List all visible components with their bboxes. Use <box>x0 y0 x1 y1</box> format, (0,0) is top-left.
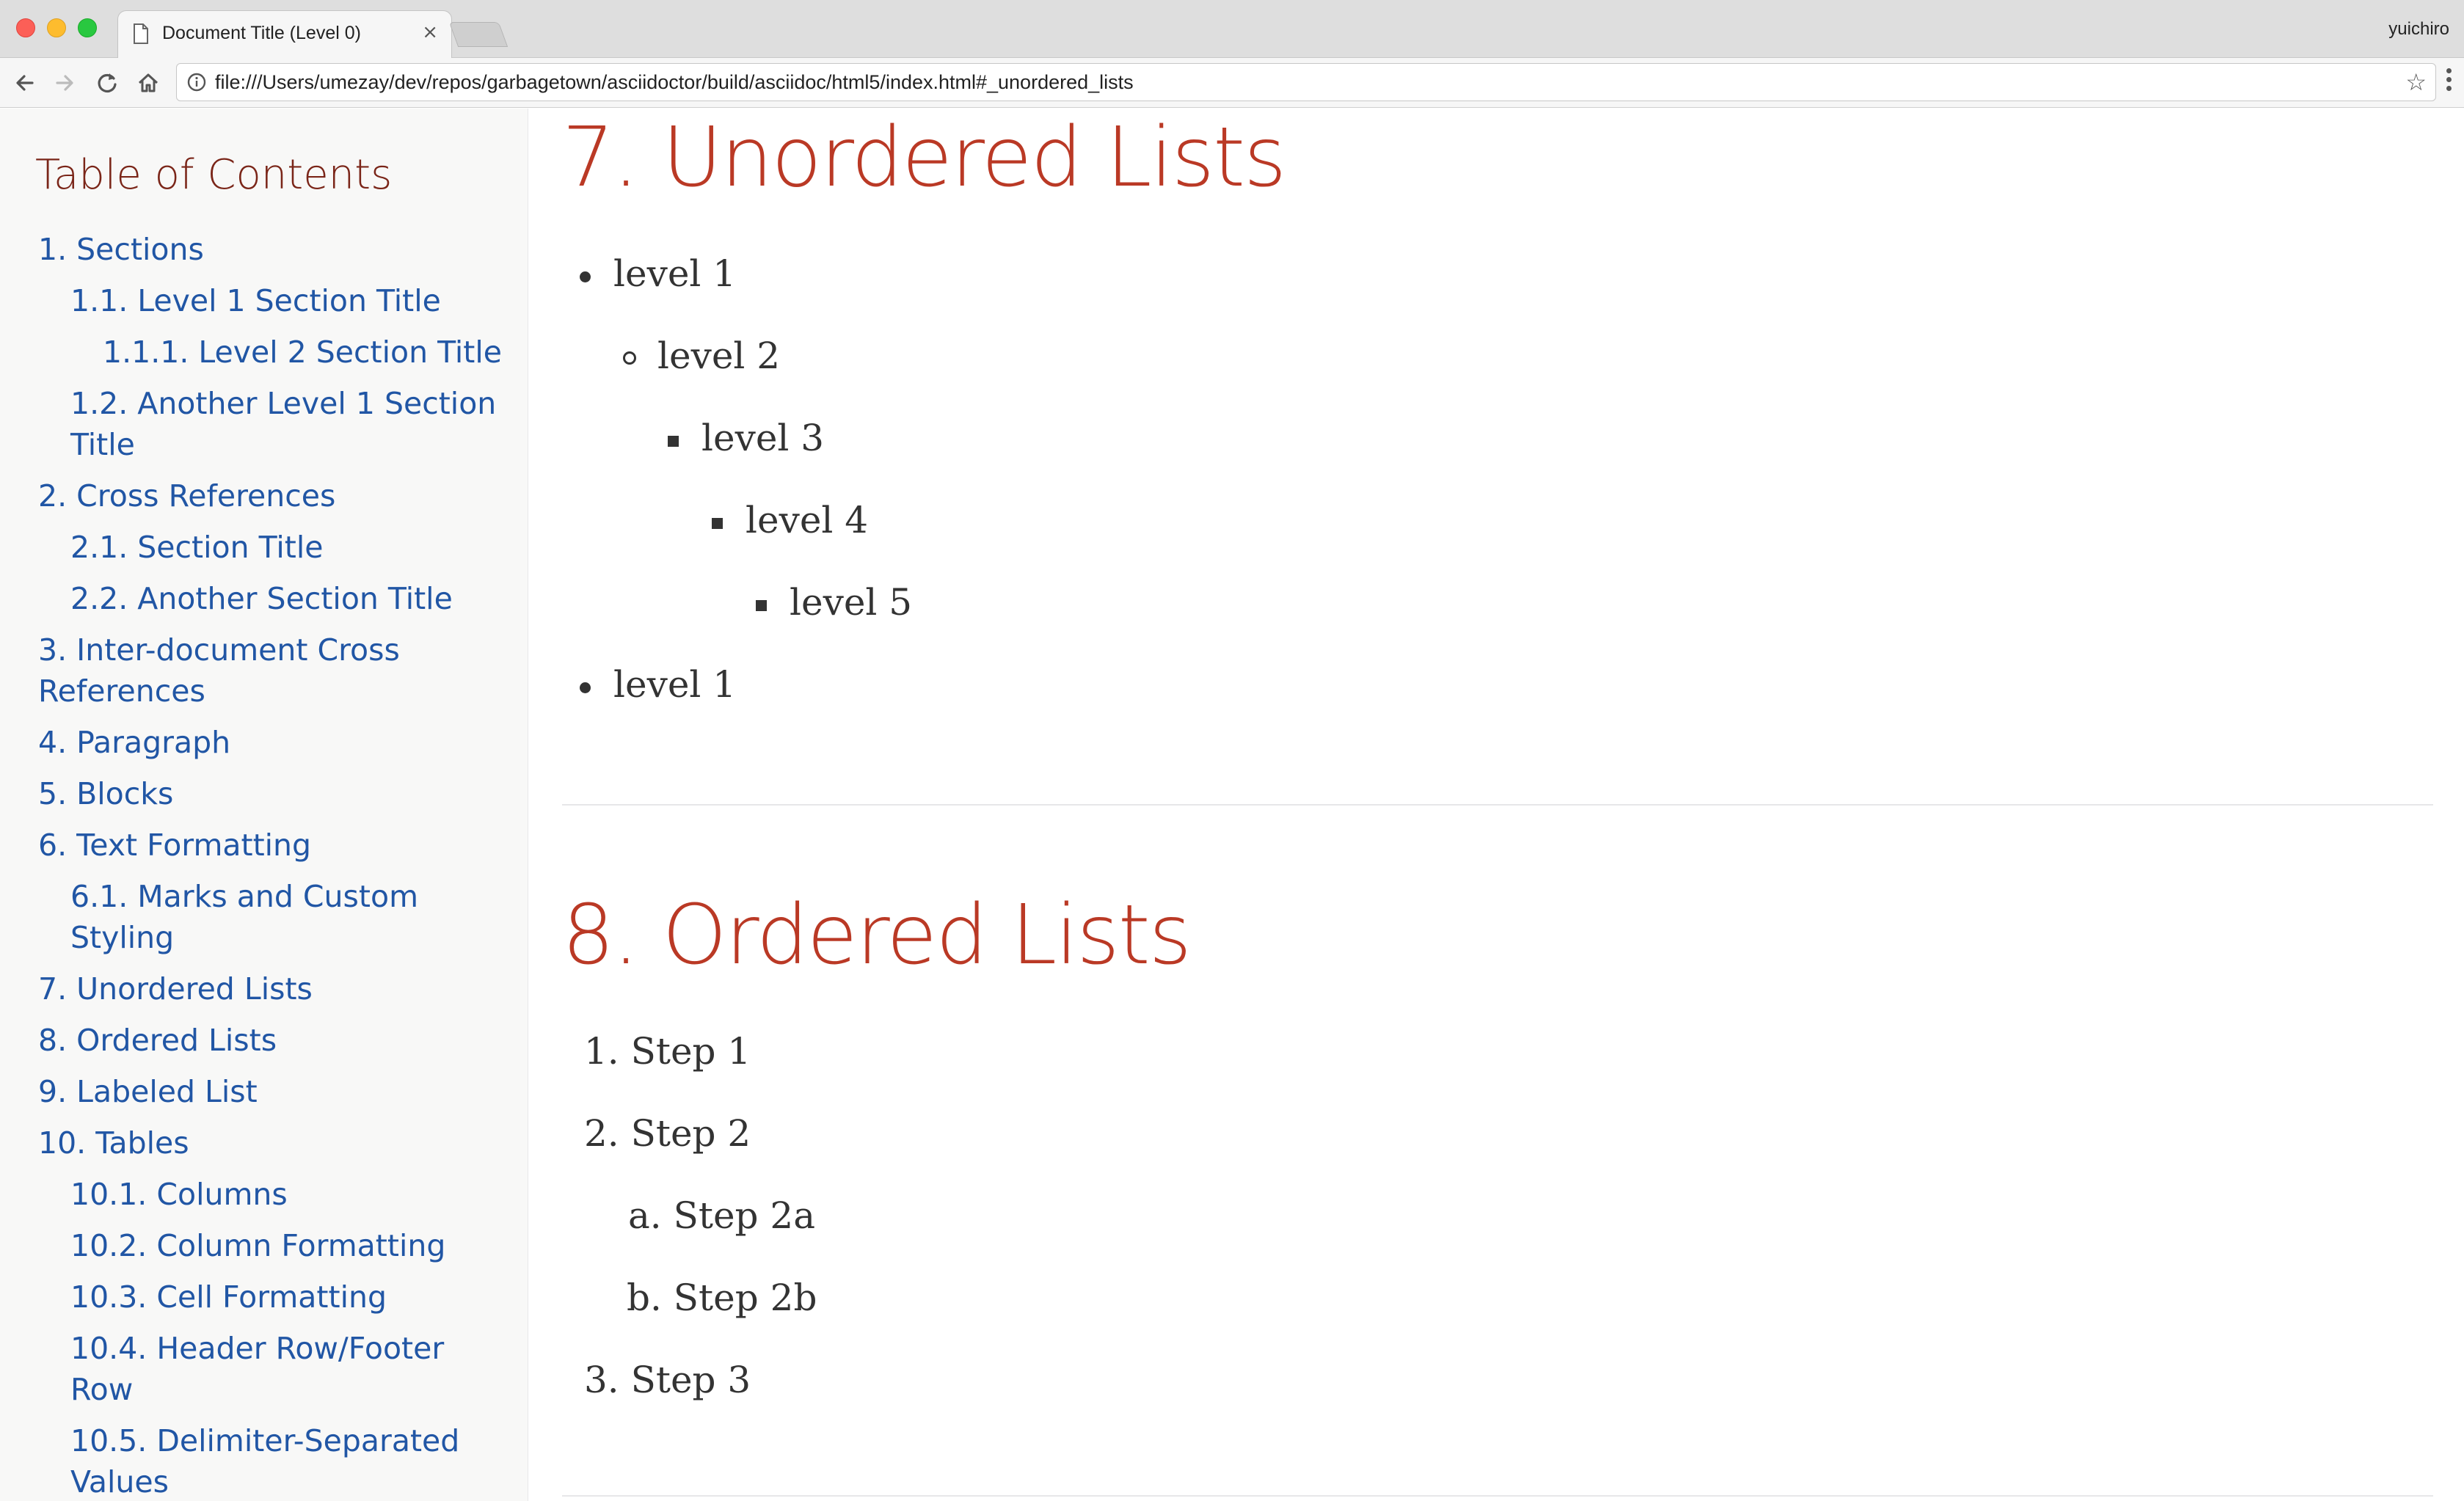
ordered-list-item: 2. Step 2 <box>584 1112 751 1155</box>
toc-link[interactable]: 10.4. Header Row/Footer Row <box>38 1328 508 1410</box>
toc-link[interactable]: 1.2. Another Level 1 Section Title <box>38 383 508 465</box>
profile-name[interactable]: yuichiro <box>2388 19 2449 40</box>
toc-link[interactable]: 3. Inter-document Cross References <box>38 629 508 712</box>
list-item: level 2 <box>657 335 781 377</box>
toc-link[interactable]: 2.2. Another Section Title <box>38 578 508 619</box>
square-bullet-icon <box>668 436 679 447</box>
browser-toolbar: file:///Users/umezay/dev/repos/garbageto… <box>0 58 2464 108</box>
disc-bullet-icon <box>580 682 591 693</box>
zoom-window-button[interactable] <box>78 18 97 37</box>
list-item: level 1 <box>613 252 737 295</box>
reload-icon[interactable] <box>94 70 120 96</box>
list-item: level 1 <box>613 663 737 706</box>
back-icon[interactable] <box>12 70 38 96</box>
toc-link[interactable]: 10.2. Column Formatting <box>38 1225 508 1266</box>
section-heading: 7. Unordered Lists <box>562 110 1286 205</box>
toc-link[interactable]: 2. Cross References <box>38 475 508 516</box>
toc-link[interactable]: 9. Labeled List <box>38 1071 508 1112</box>
disc-bullet-icon <box>580 271 591 282</box>
section-divider <box>562 804 2433 806</box>
list-item: level 4 <box>746 499 869 541</box>
ordered-list-item: 3. Step 3 <box>584 1359 751 1401</box>
toc-link[interactable]: 7. Unordered Lists <box>38 968 508 1009</box>
circle-bullet-icon <box>623 351 636 365</box>
toc-title: Table of Contents <box>35 151 393 199</box>
home-icon[interactable] <box>135 70 161 96</box>
toc-link[interactable]: 1.1.1. Level 2 Section Title <box>38 332 508 373</box>
browser-tab-active[interactable]: Document Title (Level 0) × <box>117 10 452 59</box>
toc-link[interactable]: 10.1. Columns <box>38 1174 508 1215</box>
new-tab-button[interactable] <box>448 22 509 47</box>
toc-link[interactable]: 1. Sections <box>38 229 508 270</box>
list-item: level 3 <box>701 417 825 459</box>
toc-link[interactable]: 1.1. Level 1 Section Title <box>38 280 508 321</box>
toc-link[interactable]: 2.1. Section Title <box>38 527 508 568</box>
section-heading: 8. Ordered Lists <box>562 888 1192 983</box>
section-divider <box>562 1495 2433 1497</box>
document-content: 7. Unordered Lists level 1 level 2 level… <box>562 109 2433 1501</box>
toc-link[interactable]: 6. Text Formatting <box>38 825 508 866</box>
window-titlebar: Document Title (Level 0) × yuichiro <box>0 0 2464 59</box>
list-item: level 5 <box>790 581 913 624</box>
toc-sidebar: Table of Contents 1. Sections 1.1. Level… <box>0 109 528 1501</box>
toc-link[interactable]: 8. Ordered Lists <box>38 1020 508 1061</box>
toc-link[interactable]: 4. Paragraph <box>38 722 508 763</box>
toc-link[interactable]: 5. Blocks <box>38 773 508 814</box>
toc-link[interactable]: 6.1. Marks and Custom Styling <box>38 876 508 958</box>
document-icon <box>134 23 148 44</box>
ordered-list-item: b. Step 2b <box>627 1277 817 1319</box>
star-icon[interactable]: ☆ <box>2405 70 2427 94</box>
minimize-window-button[interactable] <box>47 18 66 37</box>
toc-link[interactable]: 10.5. Delimiter-Separated Values <box>38 1420 508 1501</box>
tab-title: Document Title (Level 0) <box>162 23 361 43</box>
toc-link[interactable]: 10. Tables <box>38 1122 508 1164</box>
page-viewport: Table of Contents 1. Sections 1.1. Level… <box>0 109 2464 1501</box>
toc-list: 1. Sections 1.1. Level 1 Section Title 1… <box>38 229 508 1501</box>
ordered-list-item: a. Step 2a <box>628 1194 816 1237</box>
url-text[interactable]: file:///Users/umezay/dev/repos/garbageto… <box>215 71 1134 94</box>
square-bullet-icon <box>756 600 767 611</box>
tab-close-icon[interactable]: × <box>422 21 438 43</box>
toc-link[interactable]: 10.3. Cell Formatting <box>38 1277 508 1318</box>
square-bullet-icon <box>712 518 723 529</box>
ordered-list-item: 1. Step 1 <box>584 1030 751 1073</box>
menu-icon[interactable] <box>2445 68 2452 98</box>
address-bar[interactable]: file:///Users/umezay/dev/repos/garbageto… <box>176 63 2436 101</box>
close-window-button[interactable] <box>16 18 35 37</box>
info-icon[interactable] <box>187 73 206 92</box>
forward-icon[interactable] <box>51 70 78 96</box>
